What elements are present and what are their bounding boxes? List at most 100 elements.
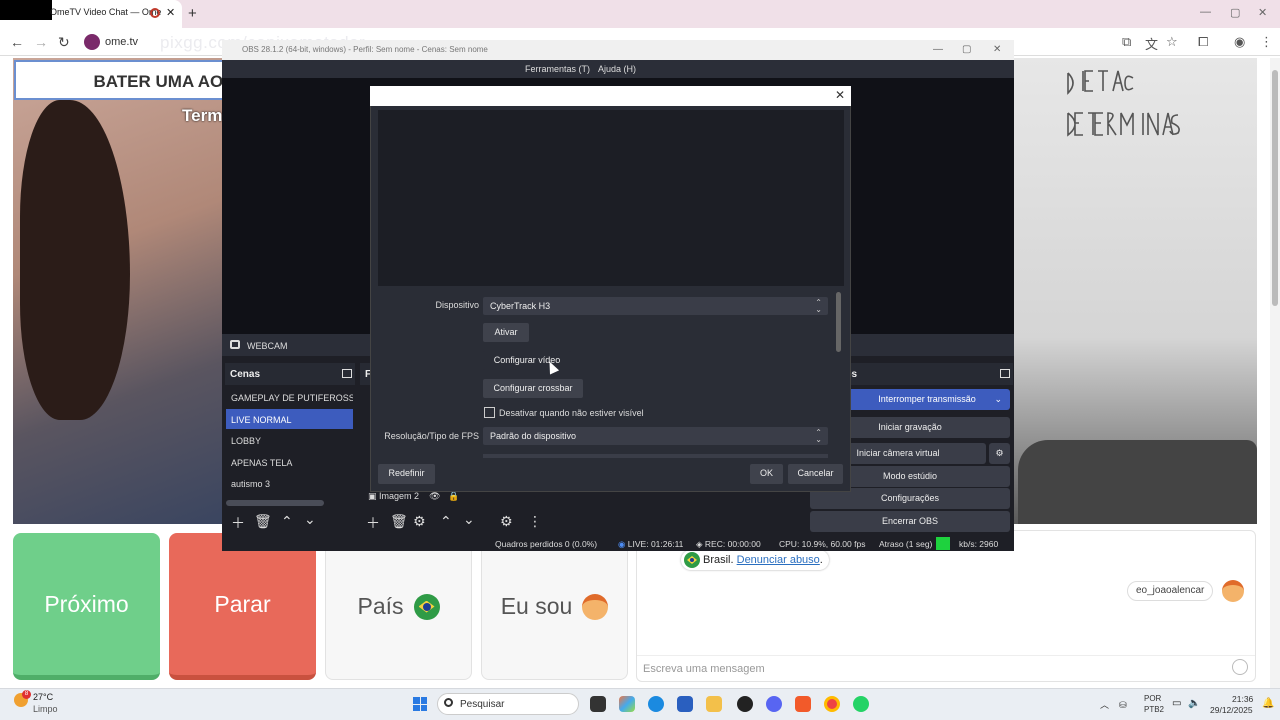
weather-icon[interactable]: 8 <box>14 690 31 707</box>
maximize-icon[interactable]: ▢ <box>1230 6 1240 19</box>
taskbar-search[interactable]: Pesquisar <box>437 693 579 715</box>
boy-emoji-icon <box>582 593 609 620</box>
remove-source-icon[interactable]: 🗑 <box>390 513 408 530</box>
controls-dock-header: es <box>842 363 1013 385</box>
minimize-icon[interactable]: — <box>1200 6 1211 18</box>
configure-crossbar-button[interactable]: Configurar crossbar <box>483 379 583 398</box>
cancel-button[interactable]: Cancelar <box>788 464 843 484</box>
network-icon[interactable]: ▭ <box>1172 698 1181 709</box>
filters-icon[interactable]: ⚙ <box>500 513 513 530</box>
dialog-close-icon[interactable]: ✕ <box>835 88 845 102</box>
country-button[interactable]: País <box>325 533 472 680</box>
add-scene-icon[interactable]: ＋ <box>231 513 245 533</box>
scenes-scrollbar[interactable] <box>226 500 324 506</box>
task-view-icon[interactable] <box>590 696 606 712</box>
scene-item[interactable]: autismo 3 <box>226 473 353 493</box>
scrollbar-thumb[interactable] <box>1272 70 1278 306</box>
tab-title: OmeTV Video Chat — Ome <box>50 7 162 17</box>
language[interactable]: POR <box>1144 694 1161 703</box>
forward-icon[interactable]: → <box>34 34 48 50</box>
reset-button[interactable]: Redefinir <box>378 464 435 484</box>
scene-item[interactable]: APENAS TELA <box>226 452 353 472</box>
brave-icon[interactable] <box>795 696 811 712</box>
chrome-icon[interactable] <box>824 696 840 712</box>
menu-help[interactable]: Ajuda (H) <box>598 64 636 74</box>
scenes-title: Cenas <box>230 369 261 380</box>
device-label: Dispositivo <box>435 300 479 310</box>
brazil-flag-icon <box>413 593 440 620</box>
copilot-icon[interactable] <box>619 696 635 712</box>
obs-icon[interactable] <box>737 696 753 712</box>
tray-icons[interactable]: ︿ ⛁ <box>1100 698 1127 711</box>
tab-ometv[interactable]: OmeTV Video Chat — Ome ✕ <box>0 0 182 28</box>
new-tab-button[interactable]: + <box>188 5 197 22</box>
close-window-icon[interactable]: ✕ <box>1258 6 1267 19</box>
device-value: CyberTrack H3 <box>490 301 551 311</box>
scene-item[interactable]: GAMEPLAY DE PUTIFEROSSAURO <box>226 387 353 407</box>
tab-close-icon[interactable]: ✕ <box>166 6 175 19</box>
move-down-icon[interactable]: ⌄ <box>304 511 316 528</box>
translate-icon[interactable]: 文 <box>1145 34 1158 53</box>
clock-time[interactable]: 21:36 <box>1232 694 1253 704</box>
keyboard-layout[interactable]: PTB2 <box>1144 705 1164 714</box>
back-icon[interactable]: ← <box>10 34 24 50</box>
chevron-down-icon[interactable]: ⌄ <box>994 389 1002 410</box>
weather-condition: Limpo <box>33 704 58 714</box>
source-down-icon[interactable]: ⌄ <box>463 511 475 528</box>
menu-tools[interactable]: Ferramentas (T) <box>525 64 590 74</box>
source-settings-icon[interactable]: ⚙ <box>413 513 426 530</box>
dialog-scrollbar[interactable] <box>836 292 841 352</box>
source-up-icon[interactable]: ⌃ <box>440 513 452 530</box>
virtual-camera-settings-icon[interactable]: ⚙ <box>989 443 1010 464</box>
page-scrollbar[interactable] <box>1270 58 1280 688</box>
source-item[interactable]: ▣ Imagem 2 👁 🔒 <box>368 491 459 502</box>
source-item-name: Imagem 2 <box>379 491 420 501</box>
remove-scene-icon[interactable]: 🗑 <box>254 513 272 530</box>
reload-icon[interactable]: ↻ <box>58 34 70 51</box>
install-icon[interactable]: ⧉ <box>1122 34 1131 50</box>
undock-icon[interactable] <box>342 369 352 378</box>
device-select[interactable]: CyberTrack H3 ⌃ ⌄ <box>483 297 828 315</box>
scene-item[interactable]: LIVE NORMAL <box>226 408 353 429</box>
activate-button[interactable]: Ativar <box>483 323 529 342</box>
more-icon[interactable]: ⋮ <box>528 513 542 530</box>
message-input[interactable]: Escreva uma mensagem <box>637 655 1255 681</box>
scene-item[interactable]: LOBBY <box>226 430 353 450</box>
obs-maximize-icon[interactable]: ▢ <box>962 44 971 55</box>
bookmark-star-icon[interactable]: ☆ <box>1166 34 1178 50</box>
start-icon[interactable] <box>413 697 427 711</box>
search-icon <box>444 698 453 707</box>
volume-icon[interactable]: 🔈 <box>1188 698 1200 709</box>
add-source-icon[interactable]: ＋ <box>366 513 380 533</box>
lock-icon[interactable]: 🔒 <box>448 491 459 501</box>
stop-button[interactable]: Parar <box>169 533 316 680</box>
store-icon[interactable] <box>677 696 693 712</box>
clock-date[interactable]: 29/12/2025 <box>1210 705 1253 715</box>
profile-icon[interactable]: ◉ <box>1234 34 1245 50</box>
visibility-icon[interactable]: 👁 <box>429 491 440 501</box>
discord-icon[interactable] <box>766 696 782 712</box>
undock-icon[interactable] <box>1000 369 1010 378</box>
move-up-icon[interactable]: ⌃ <box>281 513 293 530</box>
ok-button[interactable]: OK <box>750 464 783 484</box>
whatsapp-icon[interactable] <box>853 696 869 712</box>
gender-button[interactable]: Eu sou <box>481 533 628 680</box>
deactivate-checkbox[interactable] <box>484 407 495 418</box>
stop-stream-label: Interromper transmissão <box>878 394 976 404</box>
stop-stream-button[interactable]: Interromper transmissão ⌄ <box>844 389 1010 410</box>
next-button[interactable]: Próximo <box>13 533 160 680</box>
url-text[interactable]: ome.tv <box>105 36 138 48</box>
obs-minimize-icon[interactable]: — <box>933 44 943 55</box>
resolution-select[interactable]: Padrão do dispositivo ⌃ ⌄ <box>483 427 828 445</box>
rec-time: REC: 00:00:00 <box>704 539 761 549</box>
live-icon: ◉ <box>618 539 626 549</box>
obs-close-icon[interactable]: ✕ <box>993 44 1001 55</box>
menu-icon[interactable]: ⋮ <box>1260 34 1273 50</box>
extensions-icon[interactable]: ⧠ <box>1198 34 1208 50</box>
emoji-icon[interactable] <box>1232 659 1248 675</box>
exit-button[interactable]: Encerrar OBS <box>810 511 1010 532</box>
report-abuse-link[interactable]: Denunciar abuso <box>737 554 820 566</box>
edge-icon[interactable] <box>648 696 664 712</box>
notifications-icon[interactable]: 🔔 <box>1262 698 1274 709</box>
explorer-icon[interactable] <box>706 696 722 712</box>
